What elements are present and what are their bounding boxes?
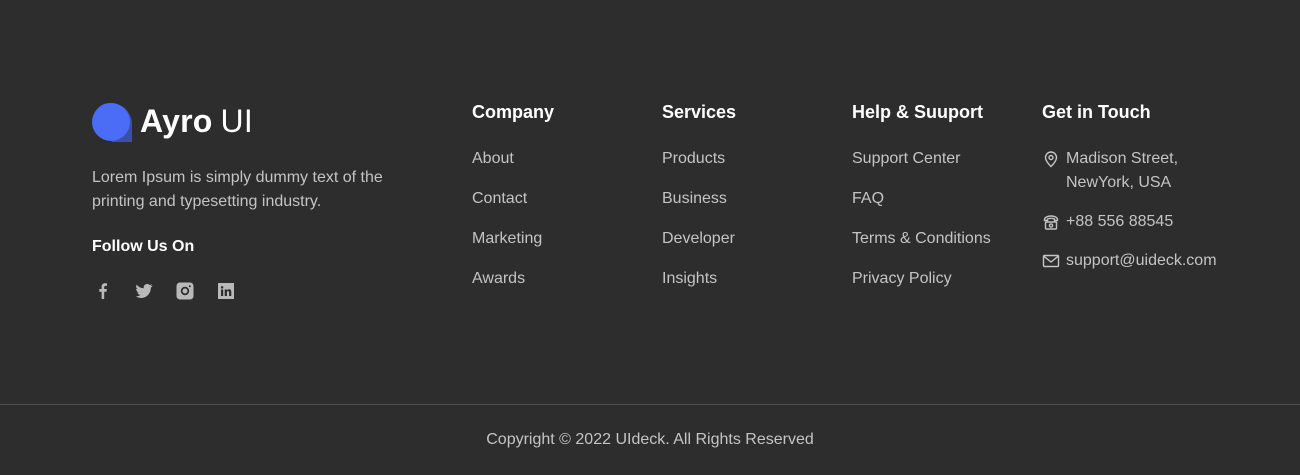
address-line-1: Madison Street,: [1066, 150, 1179, 167]
footer-link-faq[interactable]: FAQ: [852, 187, 991, 211]
logo-text: Ayro UI: [140, 100, 253, 142]
instagram-icon[interactable]: [174, 280, 195, 301]
contact-email[interactable]: support@uideck.com: [1042, 249, 1282, 273]
footer-link-insights[interactable]: Insights: [662, 267, 736, 291]
company-links: About Contact Marketing Awards: [472, 147, 554, 291]
services-links: Products Business Developer Insights: [662, 147, 736, 291]
contact-title: Get in Touch: [1042, 102, 1151, 122]
footer-link-awards[interactable]: Awards: [472, 267, 554, 291]
email-text: support@uideck.com: [1066, 252, 1217, 269]
footer-link-developer[interactable]: Developer: [662, 227, 736, 251]
follow-us-title: Follow Us On: [92, 238, 195, 255]
phone-icon: [1042, 213, 1060, 231]
logo-name-light: UI: [220, 103, 253, 139]
footer-link-privacy[interactable]: Privacy Policy: [852, 267, 991, 291]
footer-link-business[interactable]: Business: [662, 187, 736, 211]
logo-mark-icon: [92, 102, 132, 142]
help-links: Support Center FAQ Terms & Conditions Pr…: [852, 147, 991, 291]
contact-column: Get in Touch Madison Street, NewYork, US…: [1042, 100, 1282, 288]
contact-address: Madison Street, NewYork, USA: [1042, 147, 1282, 195]
contact-list: Madison Street, NewYork, USA +88 556 885…: [1042, 147, 1282, 273]
address-text: Madison Street, NewYork, USA: [1066, 147, 1178, 195]
footer-link-terms[interactable]: Terms & Conditions: [852, 227, 991, 251]
footer-link-contact[interactable]: Contact: [472, 187, 554, 211]
logo[interactable]: Ayro UI: [92, 100, 422, 142]
help-column: Help & Suuport Support Center FAQ Terms …: [852, 100, 991, 307]
mail-icon: [1042, 252, 1060, 270]
social-links: [92, 280, 236, 301]
copyright-text: Copyright © 2022 UIdeck. All Rights Rese…: [486, 431, 814, 448]
footer-link-marketing[interactable]: Marketing: [472, 227, 554, 251]
footer-divider: [0, 404, 1300, 405]
footer-link-support-center[interactable]: Support Center: [852, 147, 991, 171]
logo-name-bold: Ayro: [140, 103, 213, 139]
facebook-icon[interactable]: [92, 280, 113, 301]
twitter-icon[interactable]: [133, 280, 154, 301]
brand-description: Lorem Ipsum is simply dummy text of the …: [92, 169, 383, 210]
services-title: Services: [662, 102, 737, 122]
help-title: Help & Suuport: [852, 102, 983, 122]
company-title: Company: [472, 102, 555, 122]
footer-link-products[interactable]: Products: [662, 147, 736, 171]
company-column: Company About Contact Marketing Awards: [472, 100, 554, 307]
footer-main: Ayro UI Lorem Ipsum is simply dummy text …: [0, 0, 1300, 404]
footer-link-about[interactable]: About: [472, 147, 554, 171]
linkedin-icon[interactable]: [215, 280, 236, 301]
brand-column: Ayro UI Lorem Ipsum is simply dummy text …: [92, 100, 422, 299]
location-pin-icon: [1042, 150, 1060, 168]
services-column: Services Products Business Developer Ins…: [662, 100, 736, 307]
contact-phone[interactable]: +88 556 88545: [1042, 210, 1282, 234]
phone-text: +88 556 88545: [1066, 213, 1174, 230]
address-line-2: NewYork, USA: [1066, 174, 1172, 191]
